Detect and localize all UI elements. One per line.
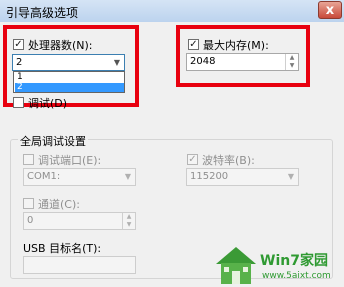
baud-rate-label: 波特率(B): xyxy=(202,154,255,167)
debug-label: 调试(D) xyxy=(28,97,68,110)
processors-option-1[interactable]: 1 xyxy=(15,73,124,82)
debug-port-value: COM1: xyxy=(27,171,61,182)
memory-label: 最大内存(M): xyxy=(203,39,269,52)
close-icon: x xyxy=(325,3,335,18)
spin-up-icon[interactable]: ▲ xyxy=(123,213,135,221)
baud-rate-dropdown[interactable]: 115200 ▼ xyxy=(186,168,299,186)
baud-rate-checkbox[interactable]: ✓ xyxy=(187,154,198,165)
memory-checkbox[interactable]: ✓ xyxy=(188,39,199,50)
memory-spinner[interactable]: ▲ ▼ xyxy=(285,54,298,70)
processors-checkbox[interactable]: ✓ xyxy=(13,39,24,50)
debug-port-dropdown[interactable]: COM1: ▼ xyxy=(23,168,136,186)
spin-up-icon[interactable]: ▲ xyxy=(286,54,298,62)
watermark-url: www.5aixt.com xyxy=(262,271,331,281)
baud-rate-value: 115200 xyxy=(190,171,229,182)
channel-label: 通道(C): xyxy=(38,198,80,211)
debug-port-checkbox[interactable] xyxy=(23,154,34,165)
processors-options-list: 1 2 xyxy=(13,71,125,93)
processors-option-2[interactable]: 2 xyxy=(15,83,124,92)
spin-down-icon[interactable]: ▼ xyxy=(123,221,135,229)
title-bar: 引导高级选项 x xyxy=(0,0,344,23)
usb-target-label: USB 目标名(T): xyxy=(23,242,102,255)
spin-down-icon[interactable]: ▼ xyxy=(286,62,298,70)
window-title: 引导高级选项 xyxy=(6,6,79,20)
debug-checkbox[interactable] xyxy=(13,97,24,108)
usb-target-input[interactable] xyxy=(23,256,136,274)
chevron-down-icon[interactable]: ▼ xyxy=(284,169,298,185)
debug-port-label: 调试端口(E): xyxy=(38,154,102,167)
channel-value: 0 xyxy=(27,215,34,226)
channel-checkbox[interactable] xyxy=(23,198,34,209)
close-button[interactable]: x xyxy=(318,1,342,19)
watermark-logo: Win7家园 www.5aixt.com xyxy=(210,242,344,287)
processors-dropdown[interactable]: 2 ▼ xyxy=(12,54,125,71)
channel-input[interactable]: 0 ▲ ▼ xyxy=(23,212,136,230)
watermark-brand: Win7家园 xyxy=(260,253,328,269)
chevron-down-icon[interactable]: ▼ xyxy=(121,169,135,185)
chevron-down-icon[interactable]: ▼ xyxy=(110,55,124,70)
memory-input[interactable]: 2048 ▲ ▼ xyxy=(186,53,299,71)
processors-value: 2 xyxy=(16,57,23,68)
processors-label: 处理器数(N): xyxy=(28,39,93,52)
channel-spinner[interactable]: ▲ ▼ xyxy=(122,213,135,229)
memory-value: 2048 xyxy=(190,56,216,67)
global-debug-heading: 全局调试设置 xyxy=(18,133,88,149)
